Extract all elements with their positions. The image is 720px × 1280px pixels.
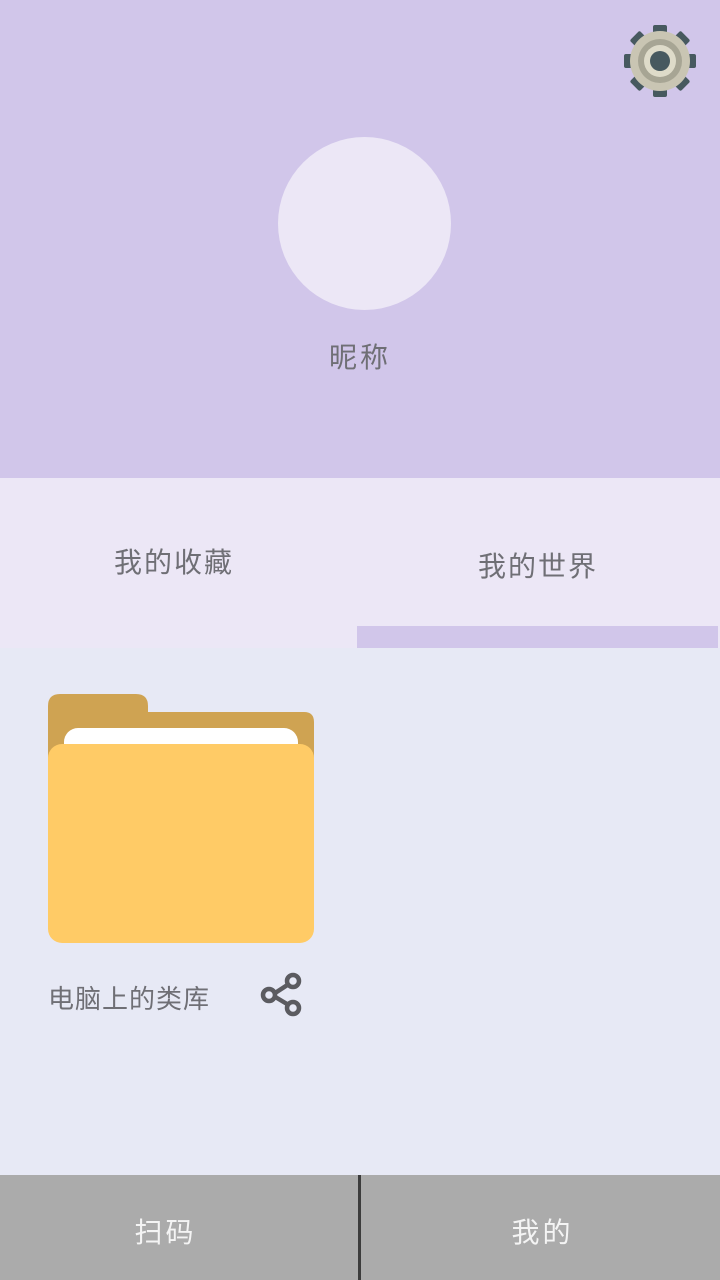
tab-favorites-label: 我的收藏	[113, 546, 234, 579]
share-button[interactable]	[258, 972, 304, 1018]
nav-scan[interactable]: 扫码	[0, 1175, 359, 1280]
avatar[interactable]	[278, 137, 451, 310]
tab-my-world-label: 我的世界	[477, 550, 598, 583]
nav-scan-label: 扫码	[134, 1216, 197, 1249]
nav-divider	[358, 1175, 361, 1280]
tab-my-world[interactable]: 我的世界	[360, 478, 720, 648]
settings-button[interactable]	[622, 23, 698, 99]
folder-item[interactable]	[48, 694, 314, 943]
folder-name[interactable]: 电脑上的类库	[48, 979, 210, 1016]
nickname[interactable]: 昵称	[0, 336, 720, 376]
profile-header: 昵称	[0, 0, 720, 478]
tab-bar: 我的收藏 我的世界	[0, 478, 720, 648]
share-icon	[260, 972, 302, 1017]
folder-icon	[48, 694, 314, 943]
nav-mine[interactable]: 我的	[361, 1175, 720, 1280]
tab-indicator	[357, 626, 718, 648]
tab-favorites[interactable]: 我的收藏	[0, 478, 360, 648]
gear-icon	[624, 25, 696, 97]
nav-mine-label: 我的	[511, 1216, 574, 1249]
